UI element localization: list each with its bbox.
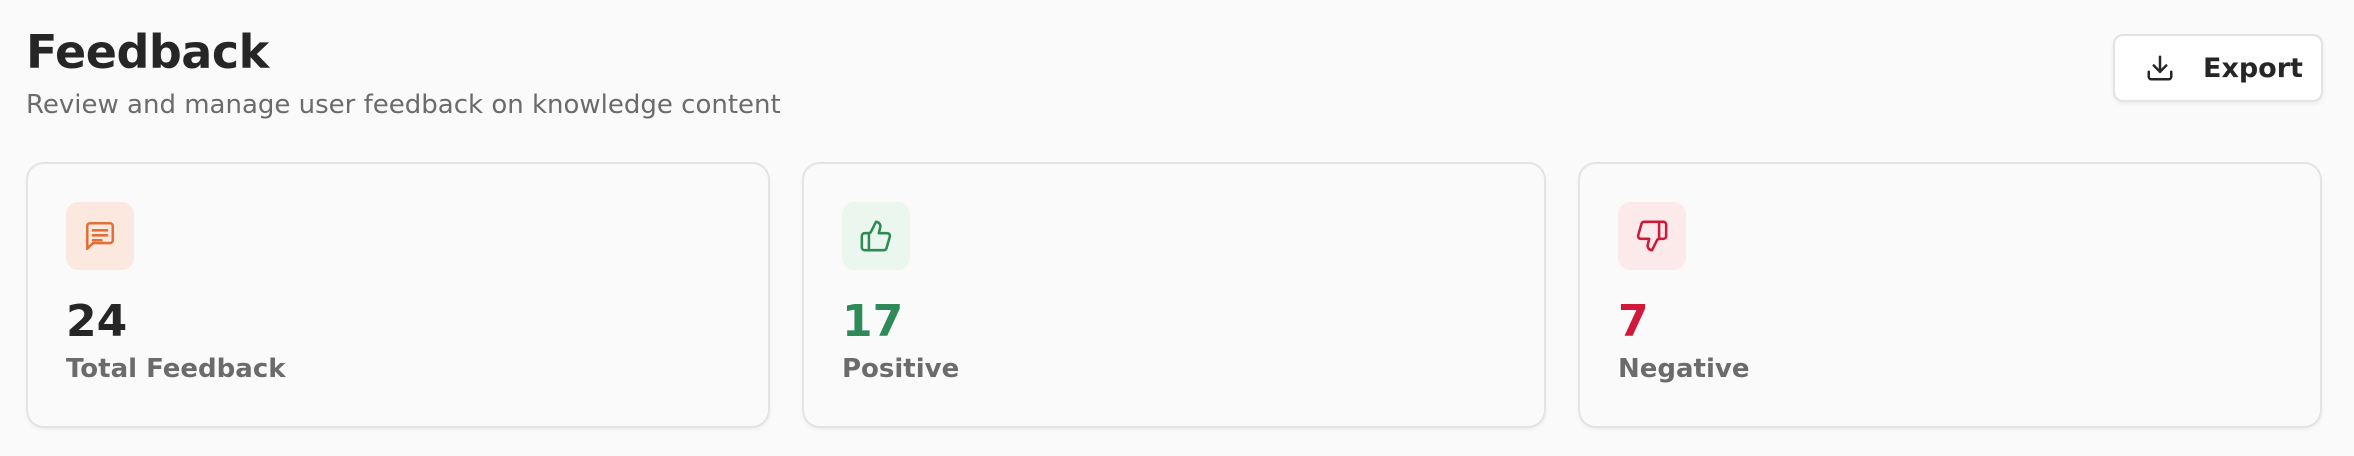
message-square-text-icon bbox=[83, 219, 117, 253]
stat-label: Negative bbox=[1618, 354, 1750, 384]
stat-label: Positive bbox=[842, 354, 960, 384]
feedback-page: Feedback Review and manage user feedback… bbox=[0, 0, 2354, 456]
stat-label: Total Feedback bbox=[66, 354, 286, 384]
thumbs-down-icon bbox=[1635, 219, 1669, 253]
stat-value: 17 bbox=[842, 296, 904, 347]
export-button[interactable]: Export bbox=[2113, 34, 2323, 102]
stat-card-positive: 17 Positive bbox=[802, 162, 1546, 428]
page-subtitle: Review and manage user feedback on knowl… bbox=[26, 90, 781, 120]
stat-icon-container bbox=[842, 202, 910, 270]
stat-icon-container bbox=[1618, 202, 1686, 270]
page-header: Feedback Review and manage user feedback… bbox=[26, 24, 781, 122]
export-label: Export bbox=[2203, 52, 2303, 84]
stat-value: 24 bbox=[66, 296, 128, 347]
stats-cards: 24 Total Feedback 17 Positive 7 Negative bbox=[26, 162, 2322, 428]
stat-card-negative: 7 Negative bbox=[1578, 162, 2322, 428]
thumbs-up-icon bbox=[859, 219, 893, 253]
page-title: Feedback bbox=[26, 25, 269, 79]
stat-value: 7 bbox=[1618, 296, 1649, 347]
stat-icon-container bbox=[66, 202, 134, 270]
stat-card-total-feedback: 24 Total Feedback bbox=[26, 162, 770, 428]
download-icon bbox=[2145, 53, 2175, 83]
